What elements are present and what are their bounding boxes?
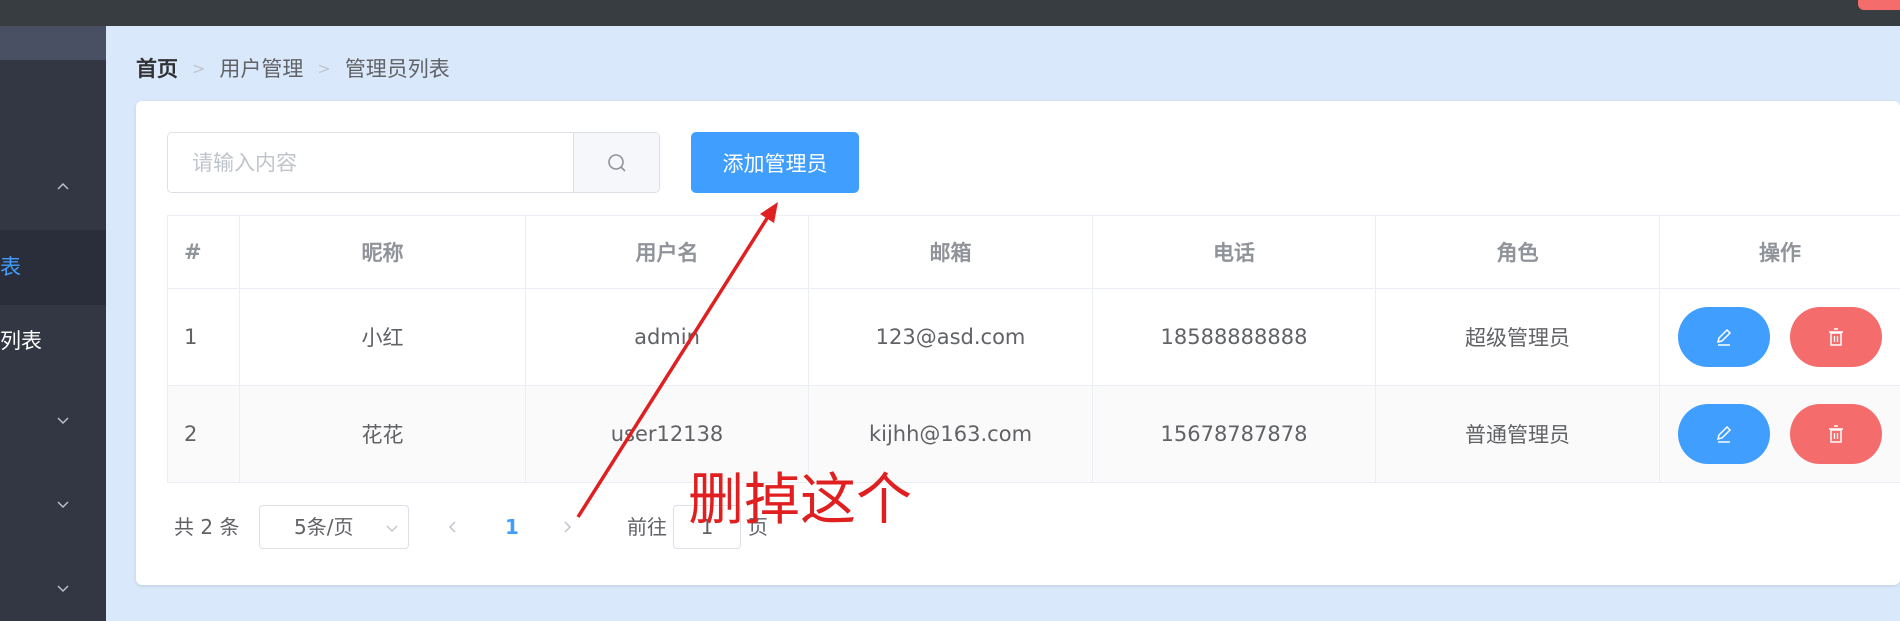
cell-index: 2 xyxy=(167,385,240,483)
add-admin-button[interactable]: 添加管理员 xyxy=(691,132,859,193)
sidebar-item-label: 表 xyxy=(0,255,21,279)
pagination-total: 共 2 条 xyxy=(174,515,240,539)
cell-actions xyxy=(1659,288,1900,386)
cell-phone: 18588888888 xyxy=(1092,288,1376,386)
chevron-right-icon: > xyxy=(317,58,331,78)
page-size-value: 5条/页 xyxy=(294,515,354,539)
table-row: 2 花花 user12138 kijhh@163.com 15678787878… xyxy=(167,385,1900,483)
chevron-down-icon xyxy=(386,525,398,532)
column-header-username: 用户名 xyxy=(525,215,809,289)
top-header xyxy=(0,0,1900,26)
cell-email: 123@asd.com xyxy=(808,288,1093,386)
cell-actions xyxy=(1659,385,1900,483)
sidebar-toggle[interactable] xyxy=(0,26,106,60)
delete-button[interactable] xyxy=(1790,404,1883,464)
cell-nickname: 花花 xyxy=(239,385,526,483)
sidebar-item-admin-list[interactable]: 表 xyxy=(0,230,106,305)
delete-button[interactable] xyxy=(1790,307,1883,367)
column-header-actions: 操作 xyxy=(1659,215,1900,289)
cell-role: 普通管理员 xyxy=(1375,385,1660,483)
table-header-row: # 昵称 用户名 邮箱 电话 角色 操作 xyxy=(167,215,1900,289)
sidebar-item-label: 列表 xyxy=(0,329,42,353)
admin-table: # 昵称 用户名 邮箱 电话 角色 操作 1 小红 admin 123@asd.… xyxy=(167,215,1900,483)
chevron-down-icon[interactable] xyxy=(57,498,69,510)
page-number-current[interactable]: 1 xyxy=(505,505,519,549)
trash-icon xyxy=(1829,425,1844,443)
column-header-nickname: 昵称 xyxy=(239,215,526,289)
trash-icon xyxy=(1829,328,1844,346)
search-input[interactable] xyxy=(168,133,573,192)
breadcrumb-admin-list: 管理员列表 xyxy=(344,57,450,81)
page-size-select[interactable]: 5条/页 xyxy=(259,505,409,549)
logout-button-edge[interactable] xyxy=(1858,0,1900,10)
column-header-index: # xyxy=(167,215,240,289)
edit-icon xyxy=(1716,425,1731,443)
main-card: 添加管理员 # 昵称 用户名 邮箱 电话 角色 操作 1 小红 admin 12… xyxy=(136,101,1900,585)
cell-username: admin xyxy=(525,288,809,386)
breadcrumb-user-management: 用户管理 xyxy=(219,57,304,81)
column-header-phone: 电话 xyxy=(1092,215,1376,289)
chevron-up-icon xyxy=(57,181,69,193)
chevron-right-icon: > xyxy=(192,58,206,78)
search-icon xyxy=(607,153,626,172)
chevron-down-icon[interactable] xyxy=(57,582,69,594)
search-box xyxy=(167,132,660,193)
sidebar: 表 列表 xyxy=(0,26,106,621)
edit-icon xyxy=(1716,328,1731,346)
goto-label: 前往 xyxy=(627,515,667,539)
breadcrumb: 首页 > 用户管理 > 管理员列表 xyxy=(136,54,450,82)
cell-role: 超级管理员 xyxy=(1375,288,1660,386)
cell-index: 1 xyxy=(167,288,240,386)
annotation-text: 删掉这个 xyxy=(688,468,912,533)
search-button[interactable] xyxy=(573,133,659,192)
cell-nickname: 小红 xyxy=(239,288,526,386)
sidebar-item-user-list[interactable]: 列表 xyxy=(0,304,106,379)
cell-phone: 15678787878 xyxy=(1092,385,1376,483)
edit-button[interactable] xyxy=(1677,307,1770,367)
table-row: 1 小红 admin 123@asd.com 18588888888 超级管理员 xyxy=(167,288,1900,386)
chevron-down-icon[interactable] xyxy=(57,414,69,426)
next-page-icon[interactable] xyxy=(561,521,573,533)
breadcrumb-home[interactable]: 首页 xyxy=(136,53,178,83)
column-header-email: 邮箱 xyxy=(808,215,1093,289)
column-header-role: 角色 xyxy=(1375,215,1660,289)
edit-button[interactable] xyxy=(1677,404,1770,464)
prev-page-icon[interactable] xyxy=(447,521,459,533)
